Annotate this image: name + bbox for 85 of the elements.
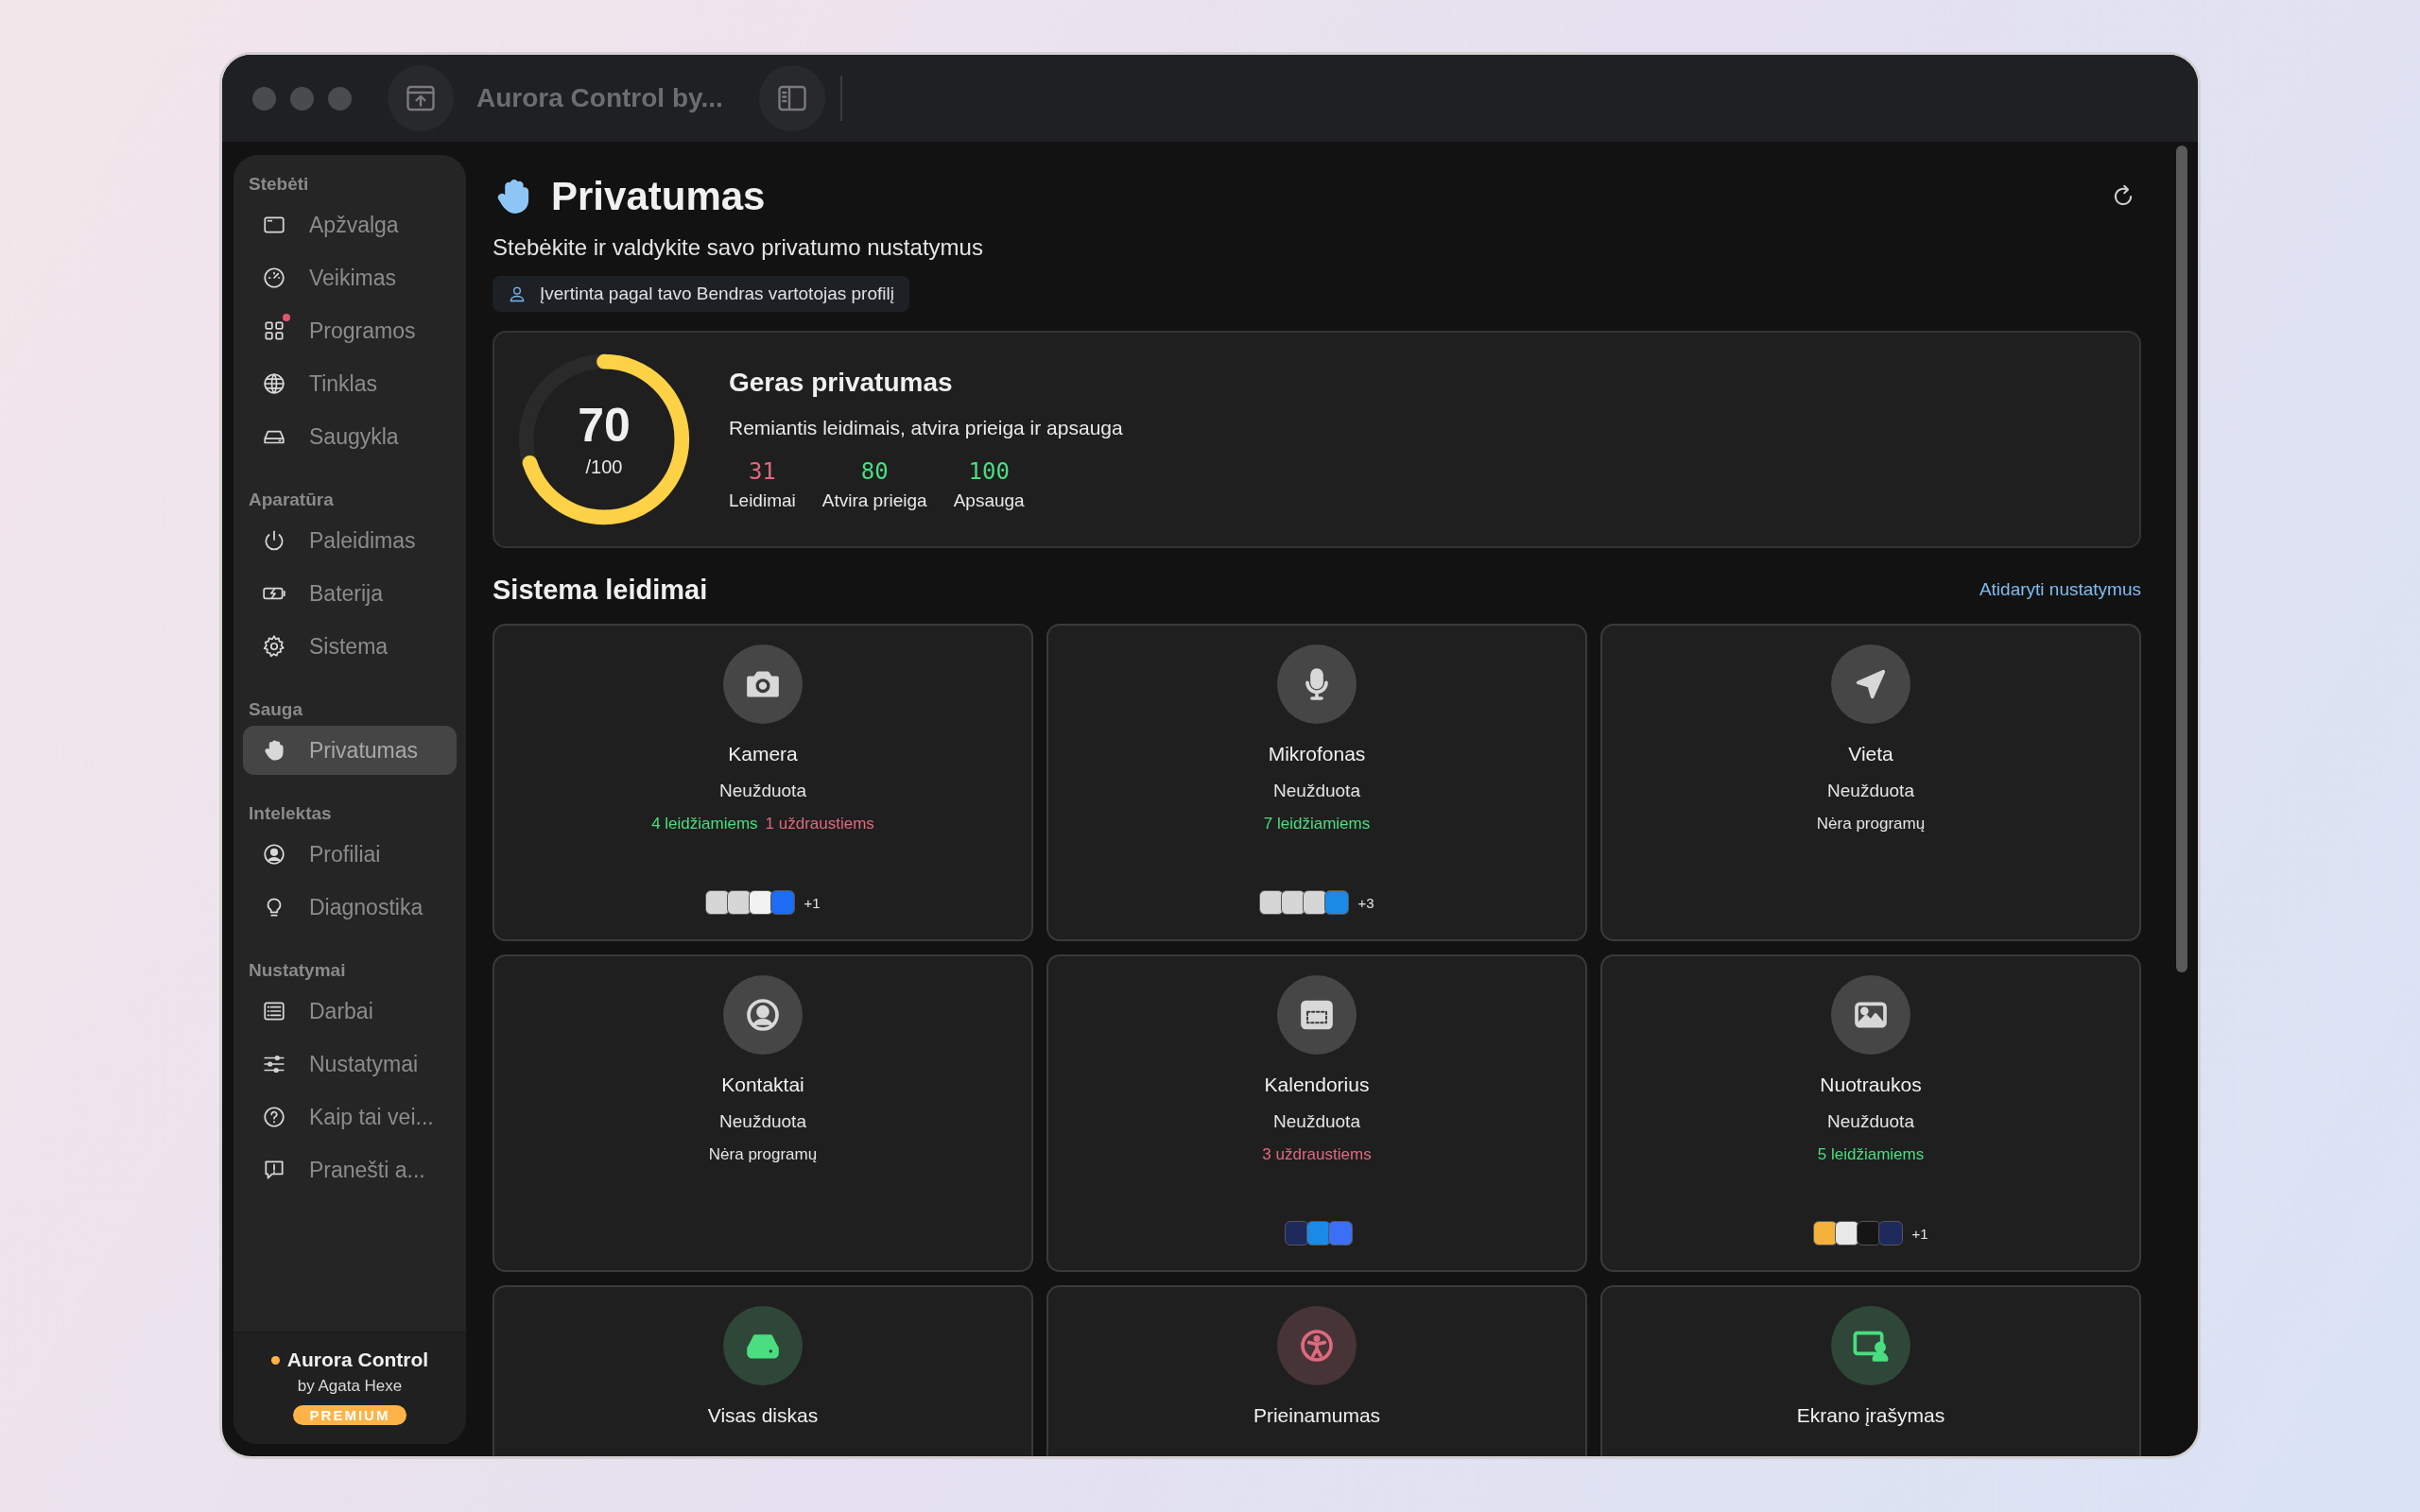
app-count: Nėra programų	[1816, 815, 1926, 833]
permission-title: Visas diskas	[707, 1404, 819, 1427]
help-icon	[262, 1105, 286, 1129]
permission-card[interactable]: Kontaktai Neužduota Nėra programų	[493, 954, 1033, 1272]
sidebar-item[interactable]: Programos	[243, 306, 457, 355]
grid-icon	[262, 318, 286, 343]
permission-card[interactable]: Nuotraukos Neužduota 5 leidžiamiems +1	[1600, 954, 2141, 1272]
score-title: Geras privatumas	[729, 368, 954, 398]
hand-icon	[262, 738, 286, 763]
profile-note: Įvertinta pagal tavo Bendras vartotojas profilį	[493, 276, 909, 312]
more-count: +1	[804, 894, 821, 911]
permission-status: Neužduota	[1273, 1111, 1360, 1132]
globe-icon	[262, 371, 286, 396]
section-heading: Nustatymai	[248, 960, 347, 981]
sidebar-item[interactable]: Sistema	[243, 622, 457, 671]
sidebar-item[interactable]: Pranešti a...	[243, 1145, 457, 1194]
permission-title: Prieinamumas	[1253, 1404, 1381, 1427]
window-title: Aurora Control by...	[476, 83, 723, 113]
permission-title: Vieta	[1848, 743, 1893, 765]
section-heading: Intelektas	[248, 803, 333, 824]
stat-value: 80	[860, 458, 889, 485]
section-heading: Stebėti	[248, 174, 310, 195]
permission-title: Kontaktai	[721, 1074, 804, 1096]
permission-status: Neužduota	[1273, 781, 1360, 801]
stat-value: 100	[968, 458, 1010, 485]
score-value: 70	[578, 401, 631, 449]
app-count: 3 uždraustiems	[1262, 1145, 1372, 1164]
sidebar-item[interactable]: Tinklas	[243, 359, 457, 408]
open-settings-link[interactable]: Atidaryti nustatymus	[1979, 579, 2141, 600]
permission-card[interactable]: Prieinamumas	[1046, 1285, 1587, 1456]
sidebar-item[interactable]: Privatumas	[243, 726, 457, 775]
permission-title: Ekrano įrašymas	[1796, 1404, 1945, 1427]
permission-card[interactable]: Kamera Neužduota 4 leidžiamiems 1 uždraustiems +1	[493, 624, 1033, 941]
permission-card[interactable]: Vieta Neužduota Nėra programų	[1600, 624, 2141, 941]
settings-icon	[262, 634, 286, 659]
permission-title: Nuotraukos	[1820, 1074, 1922, 1096]
sidebar-item[interactable]: Nustatymai	[243, 1040, 457, 1089]
sidebar-item[interactable]: Darbai	[243, 987, 457, 1036]
permission-title: Kalendorius	[1264, 1074, 1370, 1096]
sidebar-item[interactable]: Veikimas	[243, 253, 457, 302]
section-heading: Sauga	[248, 699, 304, 720]
sidebar-item[interactable]: Paleidimas	[243, 516, 457, 565]
more-count: +3	[1357, 894, 1374, 911]
app-count: 7 leidžiamiems	[1263, 815, 1371, 833]
permission-card[interactable]: Ekrano įrašymas	[1600, 1285, 2141, 1456]
author-text: by Agata Hexe	[297, 1377, 403, 1396]
stat-label: Atvira prieiga	[821, 490, 927, 511]
permission-card[interactable]: Kalendorius Neužduota 3 uždraustiems	[1046, 954, 1587, 1272]
app-count: 1 uždraustiems	[765, 815, 874, 833]
section-heading: Aparatūra	[248, 490, 335, 510]
sidebar-item[interactable]: Profiliai	[243, 830, 457, 879]
stat-value: 31	[748, 458, 776, 485]
permission-card[interactable]: Visas diskas	[493, 1285, 1033, 1456]
premium-badge: PREMIUM	[292, 1405, 407, 1425]
page-title: Privatumas	[551, 174, 766, 219]
stat-label: Apsauga	[953, 490, 1025, 511]
stat-label: Leidimai	[729, 490, 796, 511]
permission-status: Neužduota	[1827, 1111, 1914, 1132]
sidebar-item[interactable]: Apžvalga	[243, 200, 457, 249]
permission-status: Neužduota	[719, 1111, 806, 1132]
sidebar-item[interactable]: Saugykla	[243, 412, 457, 461]
permission-title: Kamera	[728, 743, 798, 765]
permission-card[interactable]: Mikrofonas Neužduota 7 leidžiamiems +3	[1046, 624, 1587, 941]
status-dot	[270, 1355, 280, 1365]
sidebar-item[interactable]: Baterija	[243, 569, 457, 618]
score-description: Remiantis leidimais, atvira prieiga ir apsauga	[729, 417, 1123, 439]
gauge-icon	[262, 266, 286, 290]
sidebar-item[interactable]: Kaip tai vei...	[243, 1092, 457, 1142]
section-title: Sistema leidimai	[493, 574, 708, 606]
scrollbar-thumb[interactable]	[2176, 146, 2187, 972]
app-count: 5 leidžiamiems	[1817, 1145, 1925, 1164]
sidebar-item[interactable]: Diagnostika	[243, 883, 457, 932]
permission-status: Neužduota	[1827, 781, 1914, 801]
app-count: Nėra programų	[708, 1145, 818, 1164]
more-count: +1	[1911, 1225, 1928, 1242]
list-icon	[262, 999, 286, 1023]
score-max: /100	[585, 455, 623, 478]
speech-bubble-icon	[262, 1158, 286, 1182]
permission-title: Mikrofonas	[1268, 743, 1366, 765]
page-subtitle: Stebėkite ir valdykite savo privatumo nustatymus	[493, 234, 984, 261]
person-icon	[508, 284, 527, 303]
app-count: 4 leidžiamiems	[651, 815, 758, 833]
app-name: Aurora Control	[286, 1349, 429, 1371]
person-icon	[262, 842, 286, 867]
permission-status: Neužduota	[719, 781, 806, 801]
